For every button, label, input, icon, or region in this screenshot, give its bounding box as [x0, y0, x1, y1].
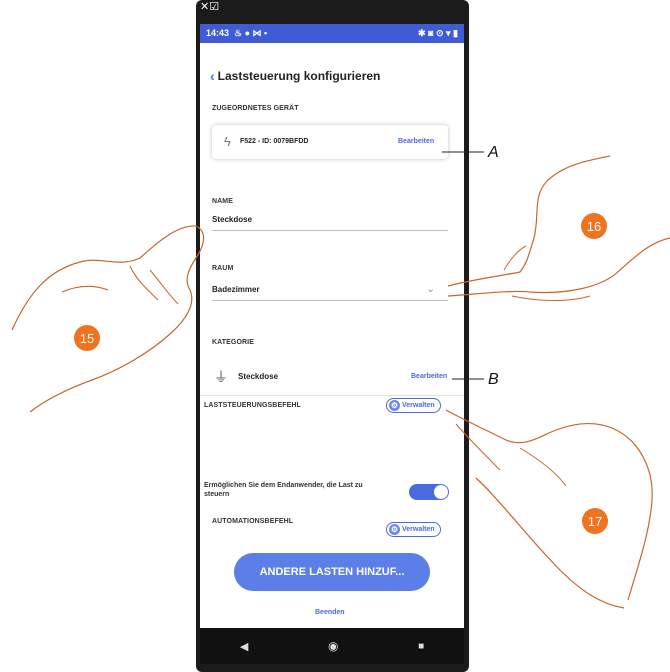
callout-a-label: A [488, 144, 499, 161]
step-17-badge: 17 [582, 508, 608, 534]
hand-15-fingers [61, 265, 179, 305]
instruction-overlay [11, 151, 670, 609]
step-16-badge: 16 [581, 213, 607, 239]
hand-16-outline [447, 155, 670, 297]
hand-17-outline [445, 409, 653, 609]
hand-15-outline [11, 225, 205, 413]
step-15-badge: 15 [74, 325, 100, 351]
callout-b-label: B [488, 371, 499, 388]
